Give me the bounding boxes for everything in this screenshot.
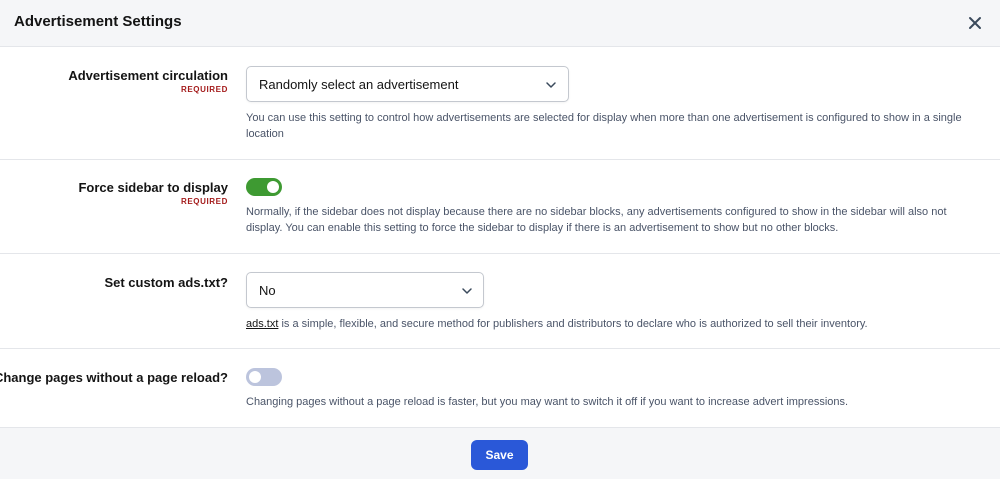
setting-row-force-sidebar: Force sidebar to display REQUIRED Normal… (0, 160, 1000, 254)
chevron-down-icon (545, 78, 557, 90)
required-badge: REQUIRED (180, 85, 228, 94)
setting-label: Force sidebar to display (78, 180, 228, 195)
dialog-header: Advertisement Settings (0, 0, 1000, 47)
custom-ads-txt-select[interactable]: No (246, 272, 484, 308)
toggle-knob (267, 181, 279, 193)
setting-label: Change pages without a page reload? (0, 370, 228, 385)
help-text-body: is a simple, flexible, and secure method… (278, 318, 868, 330)
setting-row-custom-ads-txt: Set custom ads.txt? No ads.txt is a simp… (0, 254, 1000, 349)
chevron-down-icon (461, 284, 473, 296)
select-value: No (259, 283, 276, 298)
ads-txt-link[interactable]: ads.txt (246, 318, 278, 330)
setting-row-no-page-reload: Change pages without a page reload? Chan… (0, 349, 1000, 428)
setting-label: Advertisement circulation (68, 68, 228, 83)
setting-help-text: Normally, if the sidebar does not displa… (246, 206, 947, 234)
setting-help-text: Changing pages without a page reload is … (246, 396, 849, 408)
setting-row-ad-circulation: Advertisement circulation REQUIRED Rando… (0, 47, 1000, 160)
ad-circulation-select[interactable]: Randomly select an advertisement (246, 66, 569, 102)
setting-label: Set custom ads.txt? (104, 275, 228, 290)
close-icon[interactable] (965, 13, 985, 33)
required-badge: REQUIRED (180, 197, 228, 206)
dialog-title: Advertisement Settings (14, 13, 182, 30)
toggle-knob (249, 371, 261, 383)
select-value: Randomly select an advertisement (259, 77, 459, 92)
force-sidebar-toggle[interactable] (246, 178, 282, 196)
setting-help-text: You can use this setting to control how … (246, 112, 962, 140)
save-button[interactable]: Save (471, 440, 528, 470)
no-page-reload-toggle[interactable] (246, 368, 282, 386)
dialog-footer: Save (0, 428, 1000, 479)
setting-help-text: ads.txt is a simple, flexible, and secur… (246, 316, 986, 332)
